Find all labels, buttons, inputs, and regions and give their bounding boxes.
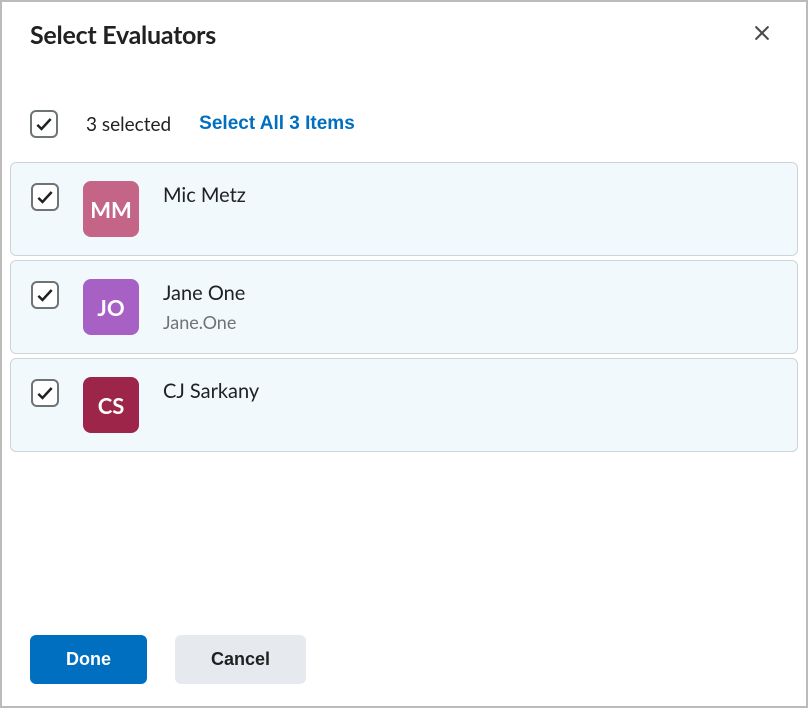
item-checkbox[interactable] xyxy=(31,281,59,309)
avatar-initials: JO xyxy=(97,294,124,321)
item-name: CJ Sarkany xyxy=(163,379,259,403)
close-icon xyxy=(752,23,772,46)
avatar: JO xyxy=(83,279,139,335)
item-text: Jane One Jane.One xyxy=(163,279,245,333)
select-evaluators-dialog: Select Evaluators 3 selected Select All … xyxy=(2,2,806,706)
cancel-button[interactable]: Cancel xyxy=(175,635,306,684)
avatar-initials: MM xyxy=(90,196,132,223)
item-text: Mic Metz xyxy=(163,181,246,207)
item-name: Mic Metz xyxy=(163,183,246,207)
dialog-title: Select Evaluators xyxy=(30,20,216,50)
item-name: Jane One xyxy=(163,281,245,305)
avatar-initials: CS xyxy=(98,392,125,419)
item-text: CJ Sarkany xyxy=(163,377,259,403)
item-checkbox[interactable] xyxy=(31,379,59,407)
done-button[interactable]: Done xyxy=(30,635,147,684)
avatar: CS xyxy=(83,377,139,433)
avatar: MM xyxy=(83,181,139,237)
evaluator-list: MM Mic Metz JO Jane One Jane.One CS xyxy=(2,162,806,456)
list-item[interactable]: MM Mic Metz xyxy=(10,162,798,256)
item-subtext: Jane.One xyxy=(163,311,245,333)
selected-count: 3 selected xyxy=(86,113,171,136)
selection-bar: 3 selected Select All 3 Items xyxy=(2,50,806,162)
dialog-footer: Done Cancel xyxy=(2,613,806,706)
select-all-button[interactable]: Select All 3 Items xyxy=(199,113,355,135)
select-all-checkbox[interactable] xyxy=(30,110,58,138)
close-button[interactable] xyxy=(746,18,778,50)
dialog-header: Select Evaluators xyxy=(2,2,806,50)
list-item[interactable]: CS CJ Sarkany xyxy=(10,358,798,452)
item-checkbox[interactable] xyxy=(31,183,59,211)
list-item[interactable]: JO Jane One Jane.One xyxy=(10,260,798,354)
